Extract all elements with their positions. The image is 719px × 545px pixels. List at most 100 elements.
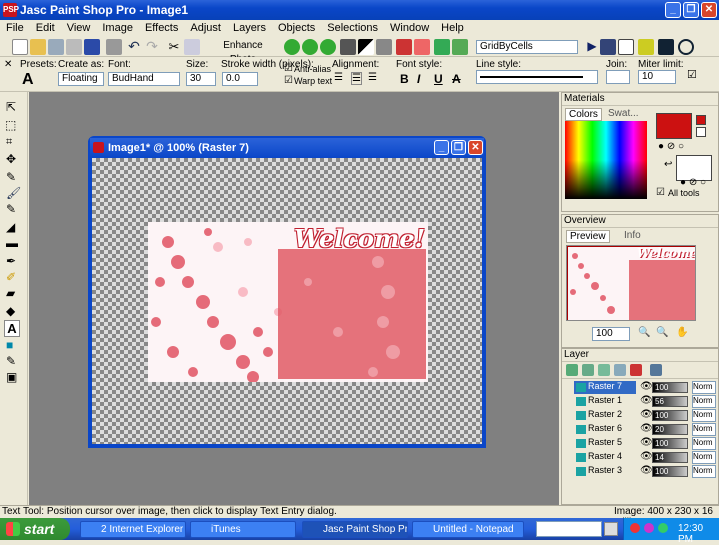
object-selector-icon[interactable]: ▣ <box>6 370 17 384</box>
stop-script-icon[interactable] <box>678 39 694 55</box>
foreground-swatch[interactable] <box>656 113 692 139</box>
preset-shape-icon[interactable]: ■ <box>6 338 13 352</box>
histogram-icon[interactable] <box>396 39 412 55</box>
undo-icon[interactable]: ↶ <box>126 39 142 55</box>
dropper-icon[interactable]: ✎ <box>6 170 16 184</box>
eye-icon[interactable]: 👁 <box>640 423 653 434</box>
antialias-checkbox[interactable]: ☑ <box>284 63 293 74</box>
blend-mode-select[interactable]: Norm <box>692 395 716 408</box>
layer-row[interactable]: Raster 2 👁 100 Norm <box>562 409 716 422</box>
layer-row[interactable]: Raster 3 👁 100 Norm <box>562 465 716 478</box>
new-raster-layer-icon[interactable] <box>566 364 578 376</box>
menu-file[interactable]: File <box>0 20 30 34</box>
scan-icon[interactable] <box>66 39 82 55</box>
clone-brush-icon[interactable]: ✎ <box>6 202 16 216</box>
enhance-photo-button[interactable]: Enhance Photo <box>210 39 276 65</box>
eye-icon[interactable]: 👁 <box>640 437 653 448</box>
align-left-icon[interactable]: ☰ <box>334 72 343 83</box>
run-script-icon[interactable]: ▶ <box>584 39 600 55</box>
menu-view[interactable]: View <box>61 20 97 34</box>
layer-row[interactable]: Raster 6 👁 20 Norm <box>562 423 716 436</box>
create-as-select[interactable]: Floating <box>58 72 104 86</box>
align-center-icon[interactable]: ☰ <box>351 72 362 85</box>
text-tool-preset-icon[interactable]: A <box>22 71 34 89</box>
apply-checkbox[interactable]: ☑ <box>687 68 697 81</box>
menu-window[interactable]: Window <box>384 20 435 34</box>
menu-edit[interactable]: Edit <box>30 20 61 34</box>
task-itunes[interactable]: iTunes <box>190 521 296 538</box>
font-select[interactable]: BudHand <box>108 72 180 86</box>
strikethrough-icon[interactable]: A <box>452 72 461 86</box>
tab-colors[interactable]: Colors <box>565 108 602 121</box>
layer-properties-icon[interactable] <box>650 364 662 376</box>
save-icon[interactable] <box>84 39 100 55</box>
overview-thumbnail[interactable]: Welcome! <box>566 245 696 321</box>
options-close-icon[interactable]: ✕ <box>4 59 12 70</box>
start-button[interactable]: start <box>0 518 70 540</box>
image-window-title-bar[interactable]: Image1* @ 100% (Raster 7) _ ❐ ✕ <box>90 138 484 158</box>
image-canvas[interactable]: Welcome! <box>92 158 482 444</box>
layer-row[interactable]: Raster 1 👁 56 Norm <box>562 395 716 408</box>
align-right-icon[interactable]: ☰ <box>368 72 377 83</box>
open-icon[interactable] <box>30 39 46 55</box>
toggle-overview-icon[interactable] <box>452 39 468 55</box>
zoom-out-icon[interactable]: 🔍 <box>656 327 668 338</box>
task-paint-shop-pro[interactable]: Jasc Paint Shop Pro - ... <box>302 521 408 538</box>
new-vector-layer-icon[interactable] <box>582 364 594 376</box>
opacity-slider[interactable]: 100 <box>652 466 688 477</box>
tab-info[interactable]: Info <box>624 230 641 241</box>
pen-icon[interactable]: ✎ <box>6 354 16 368</box>
clarify-icon[interactable] <box>340 39 356 55</box>
italic-icon[interactable]: I <box>417 72 420 86</box>
blend-mode-select[interactable]: Norm <box>692 409 716 422</box>
layer-row[interactable]: Raster 7 👁 100 Norm <box>562 381 716 394</box>
paintbrush-icon[interactable]: 🖌 <box>6 186 21 200</box>
layer-name[interactable]: Raster 5 <box>574 437 636 450</box>
background-texture-icon[interactable]: ● ⊘ ○ <box>680 177 706 188</box>
layer-row[interactable]: Raster 5 👁 100 Norm <box>562 437 716 450</box>
image-minimize-button[interactable]: _ <box>434 140 449 155</box>
color-picker[interactable] <box>565 121 647 199</box>
image-window[interactable]: Image1* @ 100% (Raster 7) _ ❐ ✕ Welcome! <box>88 136 486 448</box>
pause-script-icon[interactable] <box>658 39 674 55</box>
blend-mode-select[interactable]: Norm <box>692 451 716 464</box>
palette-icon[interactable] <box>414 39 430 55</box>
contrast-icon[interactable] <box>320 39 336 55</box>
menu-effects[interactable]: Effects <box>139 20 184 34</box>
opacity-slider[interactable]: 20 <box>652 424 688 435</box>
layer-name[interactable]: Raster 2 <box>574 409 636 422</box>
eraser-icon[interactable]: ▰ <box>6 286 15 300</box>
image-content[interactable]: Welcome! <box>148 222 428 382</box>
size-select[interactable]: 30 <box>186 72 216 86</box>
layer-name[interactable]: Raster 3 <box>574 465 636 478</box>
cut-icon[interactable]: ✂ <box>166 39 182 55</box>
opacity-slider[interactable]: 14 <box>652 452 688 463</box>
bold-icon[interactable]: B <box>400 72 409 86</box>
taskbar-search-input[interactable] <box>536 521 602 537</box>
print-icon[interactable] <box>106 39 122 55</box>
interactive-script-icon[interactable] <box>618 39 634 55</box>
underline-icon[interactable]: U <box>434 72 443 86</box>
sharpen-icon[interactable] <box>376 39 392 55</box>
warp-text-checkbox[interactable]: ☑ <box>284 75 293 86</box>
dodge-icon[interactable]: ▬ <box>6 236 18 250</box>
blend-mode-select[interactable]: Norm <box>692 437 716 450</box>
eye-icon[interactable]: 👁 <box>640 409 653 420</box>
smudge-icon[interactable]: ✒ <box>6 254 16 268</box>
pan-icon[interactable]: ⇱ <box>6 100 16 114</box>
opacity-slider[interactable]: 100 <box>652 438 688 449</box>
maximize-button[interactable]: ❐ <box>683 2 699 18</box>
overview-zoom-input[interactable]: 100 <box>592 327 630 341</box>
opacity-slider[interactable]: 56 <box>652 396 688 407</box>
opacity-slider[interactable]: 100 <box>652 382 688 393</box>
layer-name[interactable]: Raster 4 <box>574 451 636 464</box>
lighten-darken-icon[interactable]: ✐ <box>6 270 16 284</box>
menu-objects[interactable]: Objects <box>272 20 321 34</box>
background-mini-swatch[interactable] <box>696 127 706 137</box>
selection-icon[interactable]: ⬚ <box>5 118 16 132</box>
task-internet-explorer[interactable]: 2 Internet Explorer <box>80 521 186 538</box>
layer-name[interactable]: Raster 1 <box>574 395 636 408</box>
redo-icon[interactable]: ↷ <box>144 39 160 55</box>
new-group-icon[interactable] <box>598 364 610 376</box>
image-maximize-button[interactable]: ❐ <box>451 140 466 155</box>
